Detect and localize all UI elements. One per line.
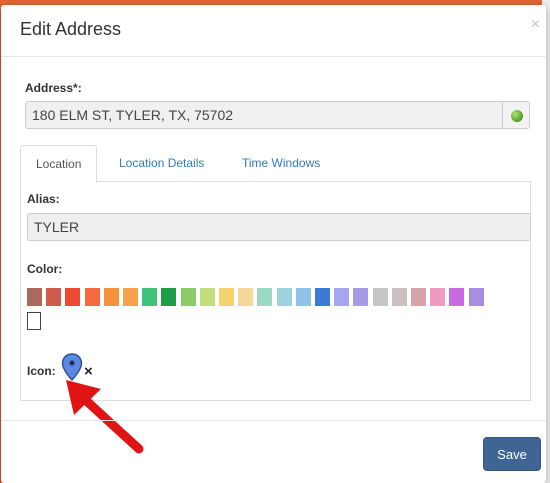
color-swatch[interactable] [372,288,388,306]
close-button[interactable]: × [531,17,540,33]
address-label: Address*: [25,81,82,95]
status-dot-icon [511,110,523,122]
color-swatch[interactable] [468,288,484,306]
color-swatch[interactable] [238,288,254,306]
dialog-title: Edit Address [20,19,122,39]
color-swatch[interactable] [180,288,196,306]
color-palette [27,288,497,306]
color-swatch[interactable] [411,288,426,306]
alias-label: Alias: [27,192,60,206]
color-swatch[interactable] [276,288,292,306]
color-swatch[interactable] [353,288,369,306]
annotation-arrow-icon [66,380,144,454]
color-swatch[interactable] [46,288,62,306]
color-swatch[interactable] [315,288,330,306]
tab-bar: Location Location Details Time Windows [20,145,531,183]
color-swatch[interactable] [65,288,81,306]
tab-location-details[interactable]: Location Details [104,145,219,182]
color-label: Color: [27,262,63,276]
color-swatch[interactable] [334,288,350,306]
icon-label: Icon: [27,364,56,378]
color-swatch[interactable] [199,288,215,306]
color-swatch[interactable] [27,288,42,306]
color-swatch[interactable] [449,288,465,306]
color-swatch[interactable] [295,288,311,306]
address-status-addon [502,101,530,129]
dialog-header: Edit Address × [1,5,546,57]
color-swatch[interactable] [391,288,407,306]
color-swatch[interactable] [123,288,138,306]
color-swatch[interactable] [103,288,119,306]
tab-location[interactable]: Location [20,145,98,183]
color-swatch[interactable] [430,288,446,306]
color-swatch[interactable] [84,288,100,306]
tab-time-windows[interactable]: Time Windows [227,145,335,182]
edit-address-dialog: Edit Address × Address*: Location Locati… [1,5,546,483]
alias-input[interactable] [27,213,531,241]
color-swatch[interactable] [161,288,177,306]
footer-divider [1,420,546,421]
color-swatch-none[interactable] [27,312,41,330]
color-swatch[interactable] [219,288,234,306]
save-button[interactable]: Save [483,437,541,471]
address-input[interactable] [25,101,503,129]
location-tab-panel: Alias: Color: Icon: × [20,181,531,401]
color-swatch[interactable] [142,288,158,306]
color-swatch[interactable] [257,288,273,306]
